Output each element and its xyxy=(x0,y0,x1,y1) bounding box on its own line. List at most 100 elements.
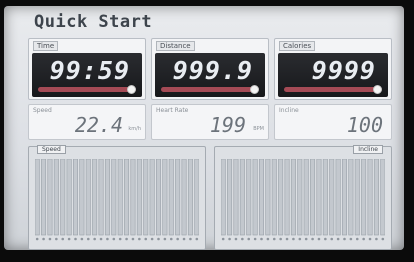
incline-bar-marker xyxy=(324,237,327,241)
speed-bar-column xyxy=(194,159,199,236)
incline-bar-marker xyxy=(343,237,346,241)
speed-bar-column xyxy=(79,159,85,236)
speed-bar-column xyxy=(104,159,110,236)
incline-bar-column xyxy=(297,159,303,236)
speed-graph: Speed xyxy=(28,145,206,250)
incline-bar-marker xyxy=(304,237,308,241)
incline-bar-marker xyxy=(247,237,251,241)
console-screen: Quick Start Time 99:59 Distance 999.9 Ca… xyxy=(4,6,404,250)
incline-bar-column xyxy=(310,159,316,236)
speed-bar-column xyxy=(187,159,193,236)
incline-bar-column xyxy=(380,159,385,236)
incline-bar-marker xyxy=(330,237,334,241)
speed-bar-marker xyxy=(61,237,65,241)
distance-slider-knob[interactable] xyxy=(250,85,259,94)
incline-bar-marker xyxy=(266,237,270,241)
incline-bar-marker xyxy=(349,237,353,241)
speed-bar-marker xyxy=(74,237,77,241)
speed-bar-column xyxy=(66,159,72,236)
incline-bar-column xyxy=(361,159,367,236)
speed-bar-marker xyxy=(35,237,39,241)
incline-bar-marker xyxy=(234,237,238,241)
speed-bar-column xyxy=(162,159,168,236)
incline-bar-column xyxy=(335,159,341,236)
distance-value: 999.9 xyxy=(172,56,253,85)
incline-bar-column xyxy=(373,159,379,236)
speed-bar-marker xyxy=(118,237,122,241)
incline-graph-tag[interactable]: Incline xyxy=(353,145,383,154)
incline-bar-marker xyxy=(317,237,321,241)
speed-bar-marker xyxy=(93,237,96,241)
speed-bar-column xyxy=(117,159,123,236)
incline-bar-marker xyxy=(221,237,225,241)
incline-bars-svg xyxy=(221,159,385,241)
incline-bar-column xyxy=(246,159,252,236)
incline-bar-marker xyxy=(362,237,365,241)
incline-bar-column xyxy=(284,159,290,236)
time-slider-knob[interactable] xyxy=(127,85,136,94)
speed-graph-tag[interactable]: Speed xyxy=(37,145,66,154)
speed-bar-marker xyxy=(42,237,45,241)
incline-bar-column xyxy=(252,159,258,236)
incline-stat: Incline 100 xyxy=(274,104,392,140)
distance-progress-bar xyxy=(161,87,259,92)
console-frame: Quick Start Time 99:59 Distance 999.9 Ca… xyxy=(0,0,414,262)
speed-unit: km/h xyxy=(128,126,141,132)
speed-bar-marker xyxy=(138,237,141,241)
incline-bar-column xyxy=(367,159,373,236)
incline-bar-column xyxy=(278,159,284,236)
speed-stat: Speed 22.4 km/h xyxy=(28,104,146,140)
speed-bar-marker xyxy=(99,237,103,241)
heart-rate-unit: BPM xyxy=(253,126,264,132)
incline-bar-column xyxy=(316,159,322,236)
speed-bar-marker xyxy=(86,237,90,241)
speed-bar-marker xyxy=(189,237,192,241)
speed-bar-column xyxy=(41,159,47,236)
page-title: Quick Start xyxy=(34,12,153,32)
speed-bar-column xyxy=(136,159,142,236)
speed-label: Speed xyxy=(33,107,52,114)
speed-bar-column xyxy=(175,159,181,236)
speed-graph-bars xyxy=(35,159,199,241)
speed-bar-column xyxy=(35,159,40,236)
speed-bar-marker xyxy=(176,237,179,241)
calories-card[interactable]: Calories 9999 xyxy=(274,38,392,100)
speed-bar-column xyxy=(73,159,78,236)
incline-bar-marker xyxy=(272,237,276,241)
calories-progress-bar xyxy=(284,87,382,92)
calories-slider-knob[interactable] xyxy=(373,85,382,94)
speed-bar-marker xyxy=(144,237,148,241)
incline-bar-marker xyxy=(285,237,289,241)
time-progress-bar xyxy=(38,87,136,92)
speed-bar-column xyxy=(181,159,187,236)
incline-bar-column xyxy=(348,159,354,236)
speed-bar-column xyxy=(168,159,174,236)
time-card[interactable]: Time 99:59 xyxy=(28,38,146,100)
incline-bar-column xyxy=(233,159,239,236)
incline-bar-column xyxy=(354,159,360,236)
incline-bar-column xyxy=(322,159,328,236)
incline-bar-column xyxy=(259,159,264,236)
speed-bar-column xyxy=(143,159,149,236)
incline-bar-column xyxy=(342,159,347,236)
incline-bar-marker xyxy=(355,237,359,241)
incline-bar-marker xyxy=(279,237,282,241)
distance-display: 999.9 xyxy=(155,53,265,97)
calories-display: 9999 xyxy=(278,53,388,97)
incline-label: Incline xyxy=(279,107,299,114)
time-display: 99:59 xyxy=(32,53,142,97)
incline-bar-marker xyxy=(228,237,231,241)
incline-bar-column xyxy=(290,159,296,236)
incline-value: 100 xyxy=(346,113,383,137)
distance-card[interactable]: Distance 999.9 xyxy=(151,38,269,100)
speed-bar-marker xyxy=(169,237,173,241)
heart-rate-stat: Heart Rate 199 BPM xyxy=(151,104,269,140)
speed-bar-marker xyxy=(182,237,186,241)
heart-rate-label: Heart Rate xyxy=(156,107,189,114)
incline-bar-column xyxy=(271,159,277,236)
speed-bars-svg xyxy=(35,159,199,241)
incline-bar-marker xyxy=(375,237,378,241)
speed-bar-marker xyxy=(195,237,199,241)
speed-bar-marker xyxy=(48,237,52,241)
incline-bar-marker xyxy=(292,237,295,241)
